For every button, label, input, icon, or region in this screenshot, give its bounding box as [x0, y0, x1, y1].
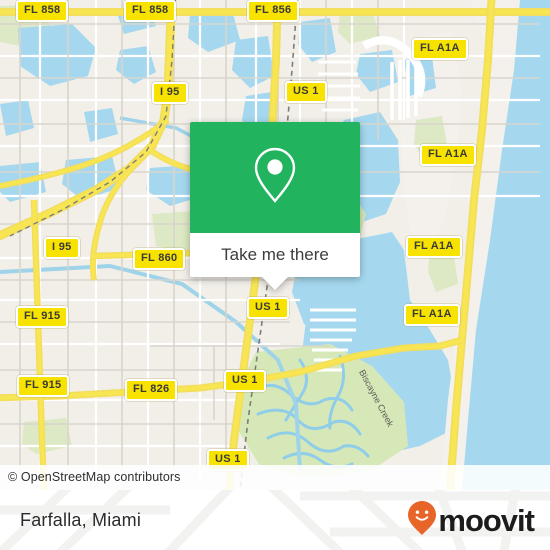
map-label-shield: US 1	[247, 297, 289, 319]
popup-pin-panel	[190, 122, 360, 233]
location-pin-icon	[252, 146, 298, 209]
map-label-shield: FL A1A	[420, 144, 476, 166]
map-label-shield: FL 860	[133, 248, 186, 270]
map-label-shield: I 95	[44, 237, 80, 259]
map-label-shield: FL 858	[124, 0, 177, 22]
map-label-shield: FL A1A	[406, 236, 462, 258]
map-canvas[interactable]: FL 858 FL 858 FL 856 FL A1A I 95 US 1 FL…	[0, 0, 550, 490]
map-label-shield: FL 856	[247, 0, 300, 22]
map-attribution: © OpenStreetMap contributors	[0, 465, 550, 490]
map-screen: FL 858 FL 858 FL 856 FL A1A I 95 US 1 FL…	[0, 0, 550, 550]
map-label-shield: FL 826	[125, 379, 178, 401]
moovit-logo[interactable]: moovit	[407, 500, 535, 541]
take-me-there-button[interactable]: Take me there	[190, 233, 360, 277]
map-label-shield: US 1	[285, 81, 327, 103]
map-label-shield: FL 858	[16, 0, 69, 22]
popup-tail	[262, 277, 288, 290]
footer-bar: Farfalla, Miami moovit	[0, 490, 550, 550]
map-label-shield: I 95	[152, 82, 188, 104]
map-label-shield: US 1	[224, 370, 266, 392]
location-popup[interactable]: Take me there	[190, 122, 360, 290]
moovit-smiley-pin-icon	[407, 500, 437, 541]
map-label-shield: FL 915	[16, 306, 69, 328]
moovit-wordmark: moovit	[438, 502, 535, 538]
map-label-shield: FL 915	[17, 375, 70, 397]
map-label-shield: FL A1A	[404, 304, 460, 326]
map-label-shield: FL A1A	[412, 38, 468, 60]
place-title: Farfalla, Miami	[20, 509, 142, 530]
